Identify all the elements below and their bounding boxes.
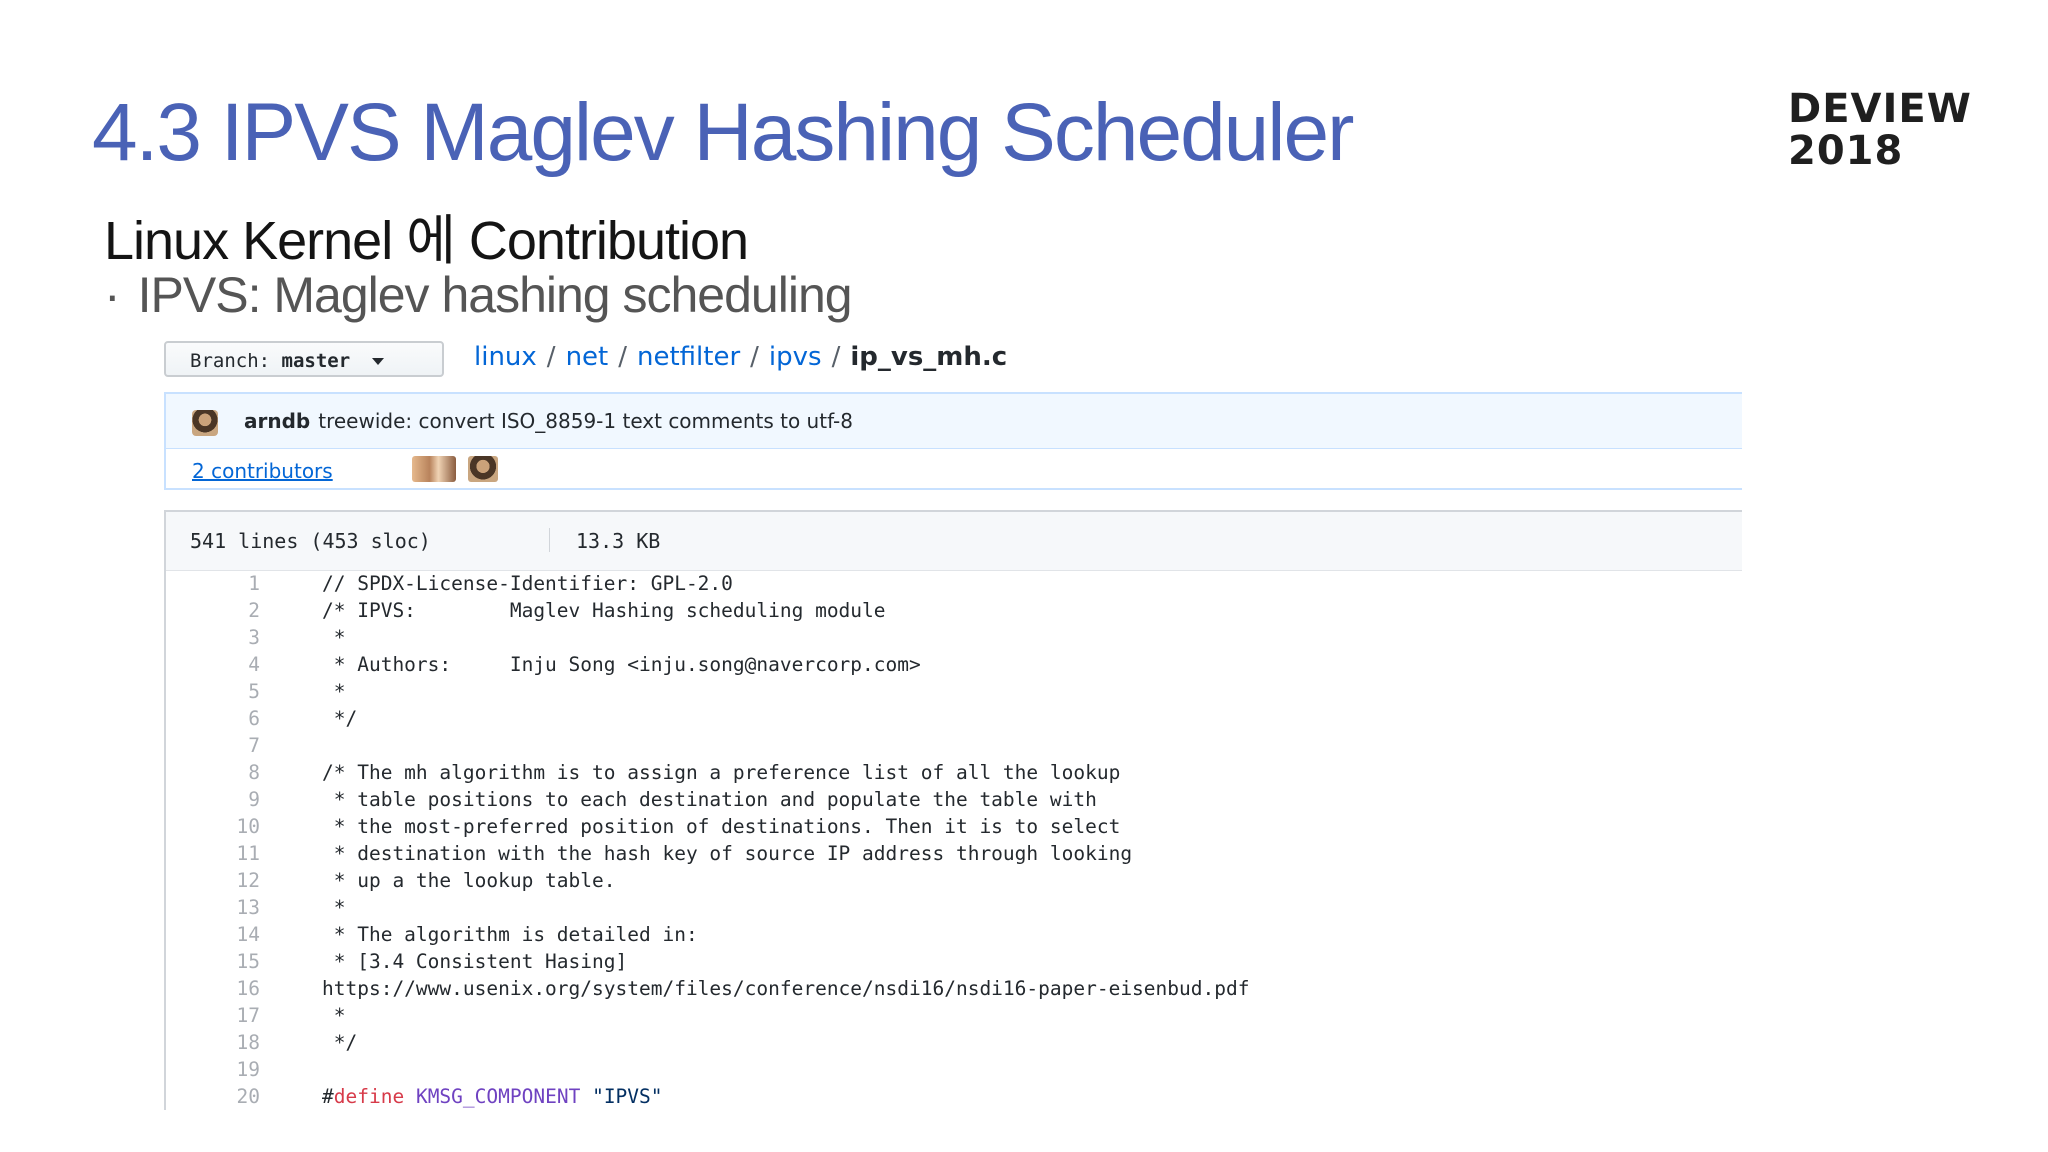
contributor-avatar[interactable] (412, 456, 456, 482)
breadcrumb-netfilter[interactable]: netfilter (637, 342, 740, 372)
file-size: 13.3 KB (576, 529, 661, 553)
line-number[interactable]: 12 (166, 867, 260, 894)
logo-line-2: 2018 (1788, 128, 1904, 174)
breadcrumb-separator: / (618, 342, 627, 372)
slide-subtitle: Linux Kernel 에 Contribution (104, 211, 749, 271)
line-number[interactable]: 16 (166, 975, 260, 1002)
define-keyword: define (333, 1085, 405, 1108)
line-number[interactable]: 6 (166, 705, 260, 732)
breadcrumb-linux[interactable]: linux (474, 342, 537, 372)
code-text: * The algorithm is detailed in: (322, 923, 698, 946)
code-text: /* IPVS: Maglev Hashing scheduling modul… (322, 599, 886, 622)
line-number[interactable]: 8 (166, 759, 260, 786)
line-number[interactable]: 4 (166, 651, 260, 678)
code-line: 19 (166, 1056, 1742, 1083)
latest-commit: arndb treewide: convert ISO_8859-1 text c… (166, 394, 1742, 449)
code-text: */ (322, 707, 358, 730)
bullet-text: IPVS: Maglev hashing scheduling (137, 267, 853, 323)
code-line: 13 * (166, 894, 1742, 921)
line-number[interactable]: 7 (166, 732, 260, 759)
line-number[interactable]: 13 (166, 894, 260, 921)
code-line: 9 * table positions to each destination … (166, 786, 1742, 813)
code-text: * destination with the hash key of sourc… (322, 842, 1133, 865)
slide-title: 4.3 IPVS Maglev Hashing Scheduler (92, 87, 1354, 178)
line-number[interactable]: 18 (166, 1029, 260, 1056)
define-value: "IPVS" (592, 1085, 663, 1108)
code-text: * (322, 896, 346, 919)
code-line: 10 * the most-preferred position of dest… (166, 813, 1742, 840)
breadcrumb-file: ip_vs_mh.c (850, 342, 1008, 372)
logo-line-1: DEVIEW (1788, 86, 1972, 132)
branch-prefix: Branch: (190, 350, 271, 372)
code-line: 12 * up a the lookup table. (166, 867, 1742, 894)
code-text: https://www.usenix.org/system/files/conf… (322, 977, 1250, 1000)
code-line: 3 * (166, 624, 1742, 651)
line-number[interactable]: 20 (166, 1083, 260, 1110)
line-number[interactable]: 17 (166, 1002, 260, 1029)
define-hash: # (322, 1085, 334, 1108)
line-number[interactable]: 10 (166, 813, 260, 840)
code-line-define: 20 #define KMSG_COMPONENT "IPVS" (166, 1083, 1742, 1110)
commit-author[interactable]: arndb (244, 409, 310, 433)
breadcrumb-separator: / (546, 342, 556, 372)
code-line: 18 */ (166, 1029, 1742, 1056)
breadcrumb: linux / net / netfilter / ipvs / ip_vs_mh.c (474, 342, 1007, 372)
file-header: 541 lines (453 sloc) 13.3 KB (166, 512, 1742, 571)
line-number[interactable]: 11 (166, 840, 260, 867)
line-number[interactable]: 3 (166, 624, 260, 651)
code-text: * the most-preferred position of destina… (322, 815, 1121, 838)
code-text: /* The mh algorithm is to assign a prefe… (322, 761, 1121, 784)
line-number[interactable]: 19 (166, 1056, 260, 1083)
line-number[interactable]: 1 (166, 570, 260, 597)
code-text: * table positions to each destination an… (322, 788, 1097, 811)
deview-logo: DEVIEW 2018 (1788, 88, 1972, 172)
commit-message[interactable]: treewide: convert ISO_8859-1 text commen… (318, 409, 853, 433)
code-text: * up a the lookup table. (322, 869, 616, 892)
commit-info-box: arndb treewide: convert ISO_8859-1 text c… (164, 392, 1742, 490)
code-view: 1 // SPDX-License-Identifier: GPL-2.0 2 /*… (166, 570, 1742, 1110)
line-number[interactable]: 9 (166, 786, 260, 813)
code-line: 4 * Authors: Inju Song <inju.song@naverc… (166, 651, 1742, 678)
code-line: 6 */ (166, 705, 1742, 732)
contributor-avatar[interactable] (468, 456, 498, 482)
line-number[interactable]: 2 (166, 597, 260, 624)
bullet-marker: · (104, 267, 121, 323)
breadcrumb-net[interactable]: net (566, 342, 609, 372)
code-line: 5 * (166, 678, 1742, 705)
code-line: 1 // SPDX-License-Identifier: GPL-2.0 (166, 570, 1742, 597)
code-line: 7 (166, 732, 1742, 759)
code-line: 2 /* IPVS: Maglev Hashing scheduling modu… (166, 597, 1742, 624)
contributors-link[interactable]: 2 contributors (192, 459, 333, 483)
contributors-row: 2 contributors (166, 449, 1742, 491)
code-text: */ (322, 1031, 358, 1054)
code-line: 14 * The algorithm is detailed in: (166, 921, 1742, 948)
file-viewer: 541 lines (453 sloc) 13.3 KB 1 // SPDX-Li… (164, 510, 1742, 1110)
header-divider (549, 528, 550, 552)
code-line: 16 https://www.usenix.org/system/files/co… (166, 975, 1742, 1002)
code-line: 17 * (166, 1002, 1742, 1029)
code-line: 15 * [3.4 Consistent Hasing] (166, 948, 1742, 975)
code-text: * (322, 680, 346, 703)
caret-down-icon (371, 358, 384, 365)
line-number[interactable]: 5 (166, 678, 260, 705)
define-identifier: KMSG_COMPONENT (415, 1085, 581, 1108)
line-number[interactable]: 15 (166, 948, 260, 975)
code-text: #define KMSG_COMPONENT "IPVS" (322, 1083, 663, 1110)
breadcrumb-separator: / (750, 342, 759, 372)
author-avatar[interactable] (192, 410, 218, 436)
branch-name: master (281, 350, 351, 372)
line-number[interactable]: 14 (166, 921, 260, 948)
breadcrumb-ipvs[interactable]: ipvs (769, 342, 822, 372)
file-line-count: 541 lines (453 sloc) (190, 529, 431, 553)
code-line: 8 /* The mh algorithm is to assign a pref… (166, 759, 1742, 786)
code-text: // SPDX-License-Identifier: GPL-2.0 (322, 572, 733, 595)
code-text: * [3.4 Consistent Hasing] (322, 950, 628, 973)
bullet-item: · IPVS: Maglev hashing scheduling (104, 266, 853, 324)
branch-select-button[interactable]: Branch: master (164, 341, 444, 377)
breadcrumb-separator: / (831, 342, 841, 372)
code-text: * (322, 626, 346, 649)
code-line: 11 * destination with the hash key of so… (166, 840, 1742, 867)
code-text: * (322, 1004, 346, 1027)
code-text: * Authors: Inju Song <inju.song@navercor… (322, 653, 921, 676)
